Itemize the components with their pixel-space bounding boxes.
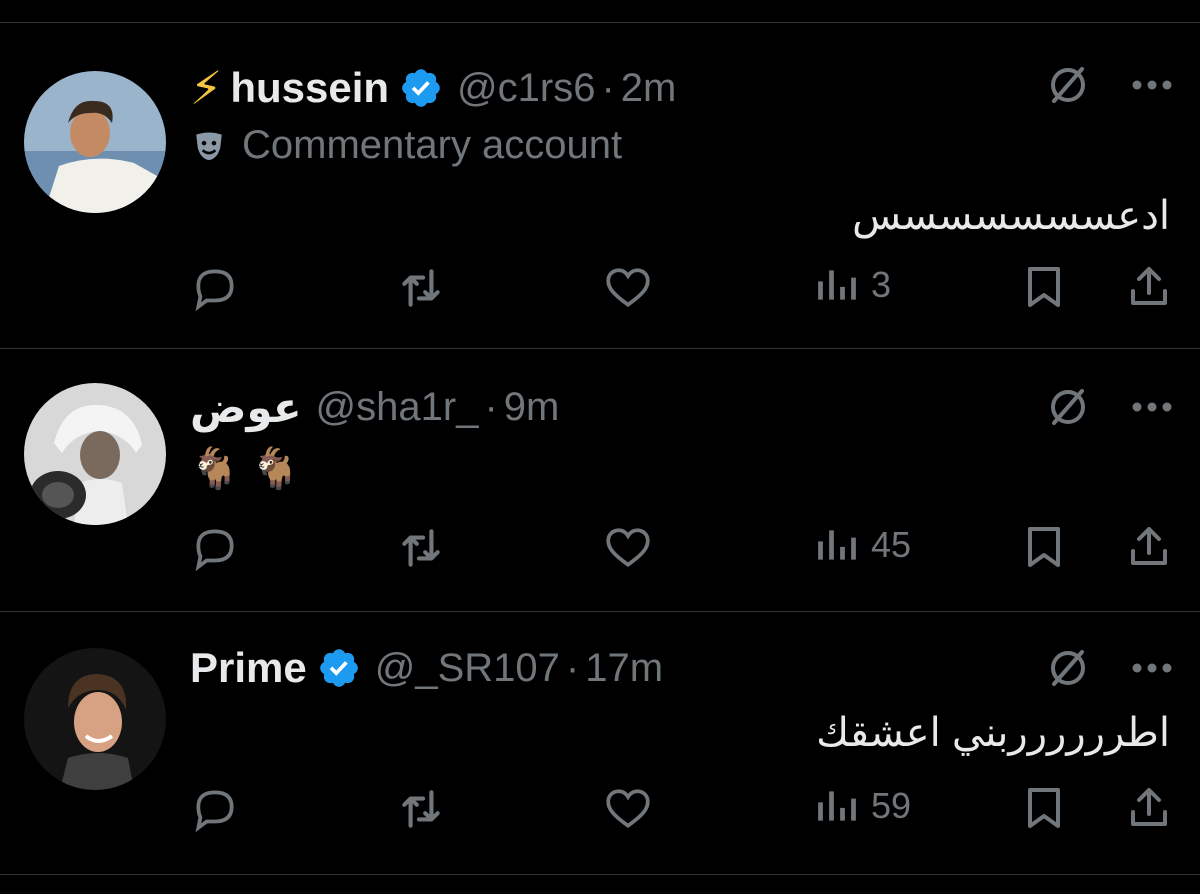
timestamp[interactable]: 2m: [621, 66, 677, 111]
grok-icon[interactable]: [1044, 61, 1092, 109]
display-name[interactable]: عوض: [190, 383, 302, 432]
views-count: 59: [871, 785, 912, 826]
timestamp[interactable]: 9m: [504, 385, 560, 430]
separator-dot: ·: [601, 65, 615, 110]
verified-badge-icon[interactable]: [399, 66, 443, 110]
heart-icon: [606, 268, 650, 307]
header-icons: [1044, 644, 1172, 692]
header-icons: [1044, 383, 1172, 431]
lightning-emoji: ⚡: [190, 62, 223, 114]
tweet-text: 🐐 🐐: [190, 447, 301, 491]
action-bar: 3: [190, 263, 1175, 313]
separator-dot: ·: [565, 645, 580, 690]
repost-button[interactable]: [395, 523, 447, 573]
tweet-header: ⚡ hussein @c1rs6 · 2m: [190, 61, 676, 115]
heart-icon: [606, 789, 650, 828]
share-icon: [1131, 527, 1167, 565]
display-name[interactable]: Prime: [190, 644, 307, 692]
tweet-1[interactable]: ⚡ hussein @c1rs6 · 2m Commentary account…: [0, 23, 1200, 348]
reply-button[interactable]: [190, 263, 240, 313]
avatar-image: [24, 71, 166, 213]
tweet-text: اطرررررربني اعشقك: [816, 711, 1170, 755]
share-icon: [1131, 267, 1167, 305]
bookmark-icon: [1028, 788, 1060, 828]
action-bar: 45: [190, 523, 1175, 573]
heart-icon: [606, 528, 650, 567]
theater-masks-icon: [196, 132, 222, 160]
more-options-icon[interactable]: [1132, 401, 1172, 413]
like-button[interactable]: [602, 523, 654, 573]
handle[interactable]: @_SR107: [375, 646, 560, 691]
timestamp[interactable]: 17m: [585, 646, 663, 691]
grok-icon[interactable]: [1044, 383, 1092, 431]
reply-icon: [195, 529, 234, 572]
more-options-icon[interactable]: [1132, 662, 1172, 674]
views-button[interactable]: 3: [815, 263, 891, 307]
views-icon: [818, 270, 856, 300]
header-icons: [1044, 61, 1172, 109]
account-label-text: Commentary account: [242, 123, 623, 167]
action-bar: 59: [190, 784, 1175, 834]
reply-button[interactable]: [190, 784, 240, 834]
handle[interactable]: @c1rs6: [457, 66, 595, 111]
repost-button[interactable]: [395, 263, 447, 313]
views-button[interactable]: 45: [815, 523, 911, 567]
avatar[interactable]: [24, 648, 166, 790]
reply-icon: [195, 269, 234, 312]
separator-dot: ·: [484, 385, 498, 429]
tweet-header: عوض @sha1r_ · 9m: [190, 383, 559, 432]
views-button[interactable]: 59: [815, 784, 911, 828]
like-button[interactable]: [602, 263, 654, 313]
share-button[interactable]: [1125, 263, 1173, 311]
bookmark-icon: [1028, 527, 1060, 567]
avatar-image: [24, 383, 166, 525]
account-label[interactable]: Commentary account: [192, 123, 622, 168]
verified-badge-icon[interactable]: [317, 646, 361, 690]
tweet-header: Prime @_SR107 · 17m: [190, 644, 663, 692]
like-button[interactable]: [602, 784, 654, 834]
share-button[interactable]: [1125, 523, 1173, 571]
bottom-divider: [0, 874, 1200, 875]
grok-icon[interactable]: [1044, 644, 1092, 692]
display-name[interactable]: hussein: [230, 64, 389, 112]
views-count: 45: [871, 524, 912, 565]
share-icon: [1131, 788, 1167, 826]
repost-icon: [402, 269, 440, 307]
share-button[interactable]: [1125, 784, 1173, 832]
bookmark-button[interactable]: [1020, 784, 1068, 832]
tweet-2[interactable]: عوض @sha1r_ · 9m 🐐 🐐 45: [0, 349, 1200, 611]
views-count: 3: [871, 264, 892, 305]
avatar-image: [24, 648, 166, 790]
reply-button[interactable]: [190, 523, 240, 573]
avatar[interactable]: [24, 383, 166, 525]
views-icon: [818, 530, 856, 560]
more-options-icon[interactable]: [1132, 79, 1172, 91]
reply-icon: [195, 790, 234, 833]
avatar[interactable]: [24, 71, 166, 213]
bookmark-button[interactable]: [1020, 523, 1068, 571]
handle[interactable]: @sha1r_: [316, 385, 479, 430]
tweet-text: ادعسسسسسسس: [852, 194, 1170, 238]
bookmark-button[interactable]: [1020, 263, 1068, 311]
bookmark-icon: [1028, 267, 1060, 307]
tweet-3[interactable]: Prime @_SR107 · 17m اطرررررربني اعشقك 59: [0, 612, 1200, 874]
repost-button[interactable]: [395, 784, 447, 834]
views-icon: [818, 791, 856, 821]
repost-icon: [402, 790, 440, 828]
repost-icon: [402, 529, 440, 567]
